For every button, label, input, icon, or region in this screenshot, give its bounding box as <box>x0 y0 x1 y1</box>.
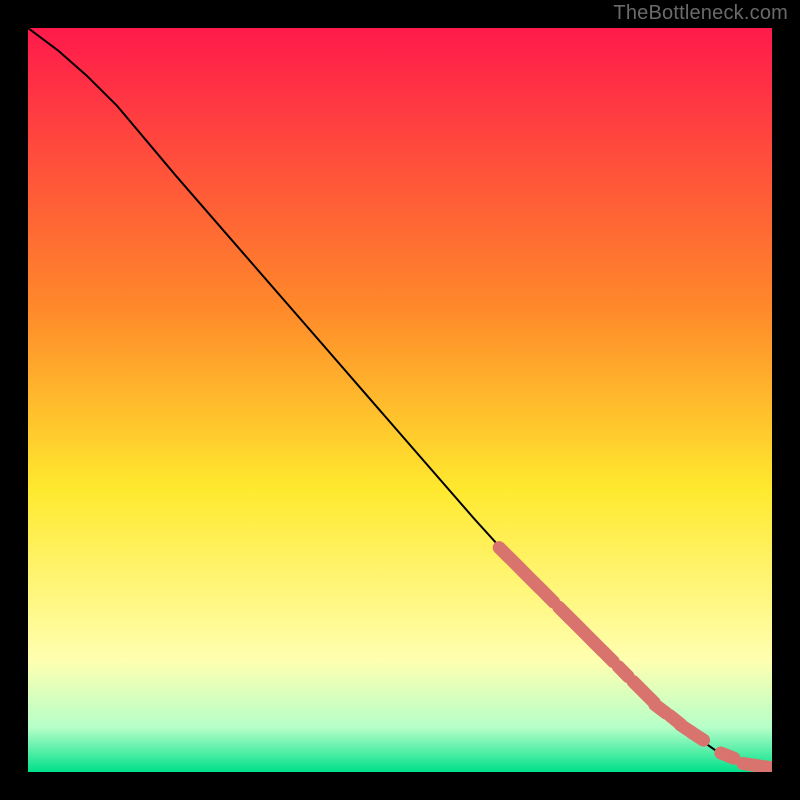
marker-point <box>603 652 613 662</box>
marker-point <box>544 592 554 602</box>
watermark-text: TheBottleneck.com <box>613 2 788 25</box>
gradient-background <box>28 28 772 772</box>
chart-svg <box>28 28 772 772</box>
marker-point <box>758 766 772 768</box>
chart-frame: TheBottleneck.com <box>0 0 800 800</box>
marker-point <box>655 705 666 713</box>
marker-point <box>618 667 628 677</box>
plot-area <box>28 28 772 772</box>
marker-point <box>692 733 704 741</box>
marker-point <box>721 753 734 758</box>
